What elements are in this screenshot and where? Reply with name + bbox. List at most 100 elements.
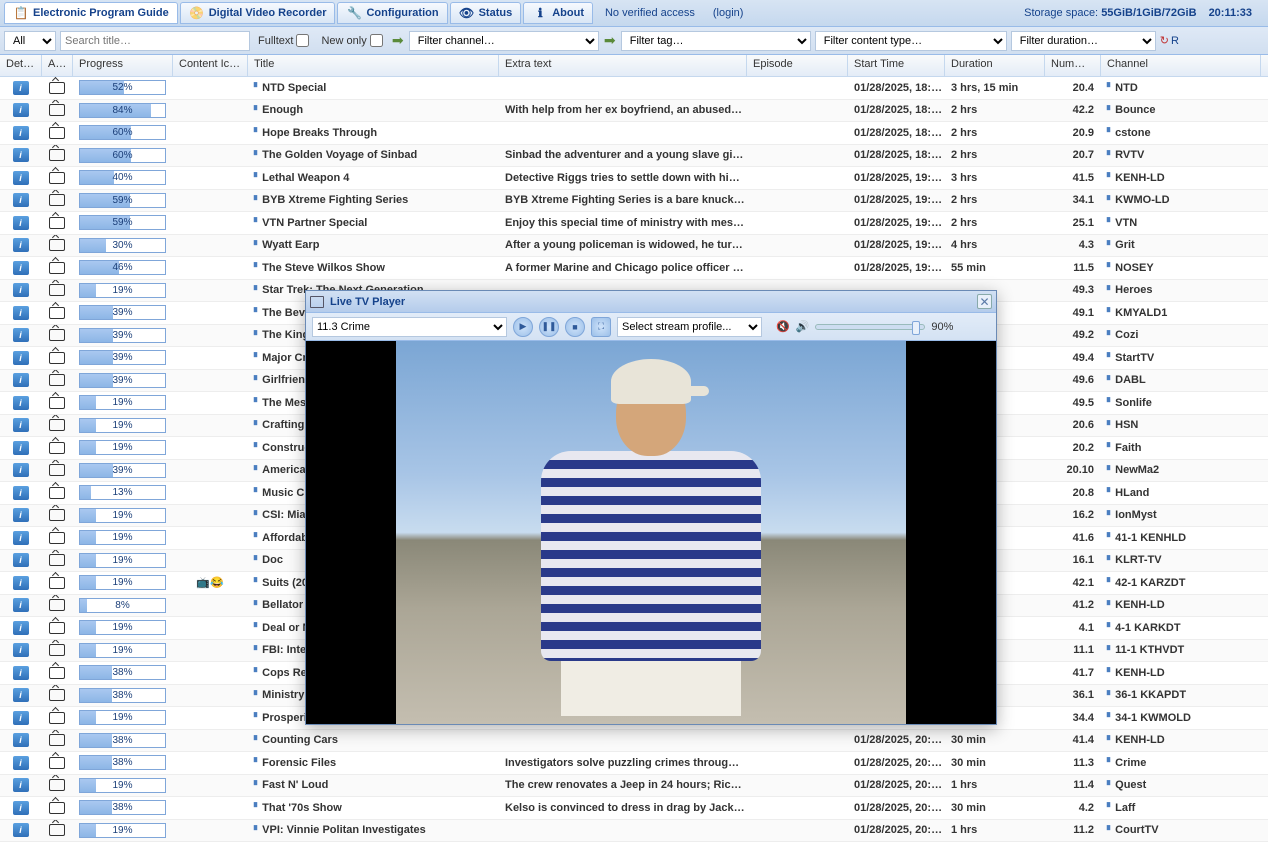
table-row[interactable]: 84% ▘Enough With help from her ex boyfri… bbox=[0, 100, 1268, 123]
info-icon[interactable] bbox=[13, 261, 29, 275]
details-cell[interactable] bbox=[0, 370, 42, 392]
actions-cell[interactable] bbox=[42, 662, 73, 684]
details-cell[interactable] bbox=[0, 235, 42, 257]
col-extra[interactable]: Extra text bbox=[499, 55, 747, 76]
actions-cell[interactable] bbox=[42, 685, 73, 707]
info-icon[interactable] bbox=[13, 418, 29, 432]
table-row[interactable]: 19% ▘Fast N' Loud The crew renovates a J… bbox=[0, 775, 1268, 798]
tv-icon[interactable] bbox=[49, 352, 65, 364]
details-cell[interactable] bbox=[0, 257, 42, 279]
tv-icon[interactable] bbox=[49, 689, 65, 701]
refresh-button[interactable]: ↻ R bbox=[1160, 34, 1179, 47]
play-button[interactable]: ▶ bbox=[513, 317, 533, 337]
tv-icon[interactable] bbox=[49, 127, 65, 139]
info-icon[interactable] bbox=[13, 621, 29, 635]
col-title[interactable]: Title bbox=[248, 55, 499, 76]
player-titlebar[interactable]: Live TV Player ✕ bbox=[306, 291, 996, 313]
details-cell[interactable] bbox=[0, 527, 42, 549]
mute-icon[interactable]: 🔇 bbox=[776, 320, 790, 333]
tv-icon[interactable] bbox=[49, 667, 65, 679]
table-row[interactable]: 38% ▘Counting Cars 01/28/2025, 20:… 30 m… bbox=[0, 730, 1268, 753]
actions-cell[interactable] bbox=[42, 550, 73, 572]
col-progress[interactable]: Progress bbox=[73, 55, 173, 76]
tv-icon[interactable] bbox=[49, 194, 65, 206]
info-icon[interactable] bbox=[13, 306, 29, 320]
details-cell[interactable] bbox=[0, 100, 42, 122]
actions-cell[interactable] bbox=[42, 212, 73, 234]
fullscreen-button[interactable]: ⛶ bbox=[591, 317, 611, 337]
newonly-checkbox[interactable] bbox=[370, 34, 383, 47]
info-icon[interactable] bbox=[13, 486, 29, 500]
actions-cell[interactable] bbox=[42, 302, 73, 324]
table-row[interactable]: 46% ▘The Steve Wilkos Show A former Mari… bbox=[0, 257, 1268, 280]
details-cell[interactable] bbox=[0, 505, 42, 527]
player-channel-select[interactable]: 11.3 Crime bbox=[312, 317, 507, 337]
filter-tag-select[interactable]: Filter tag… bbox=[621, 31, 811, 51]
details-cell[interactable] bbox=[0, 640, 42, 662]
video-area[interactable] bbox=[306, 341, 996, 724]
info-icon[interactable] bbox=[13, 216, 29, 230]
details-cell[interactable] bbox=[0, 392, 42, 414]
table-row[interactable]: 60% ▘Hope Breaks Through 01/28/2025, 18:… bbox=[0, 122, 1268, 145]
actions-cell[interactable] bbox=[42, 482, 73, 504]
info-icon[interactable] bbox=[13, 351, 29, 365]
info-icon[interactable] bbox=[13, 553, 29, 567]
info-icon[interactable] bbox=[13, 756, 29, 770]
details-cell[interactable] bbox=[0, 122, 42, 144]
tv-icon[interactable] bbox=[49, 217, 65, 229]
details-cell[interactable] bbox=[0, 77, 42, 99]
details-cell[interactable] bbox=[0, 145, 42, 167]
filter-all-select[interactable]: All bbox=[4, 31, 56, 51]
tv-icon[interactable] bbox=[49, 172, 65, 184]
actions-cell[interactable] bbox=[42, 527, 73, 549]
actions-cell[interactable] bbox=[42, 820, 73, 842]
actions-cell[interactable] bbox=[42, 347, 73, 369]
info-icon[interactable] bbox=[13, 801, 29, 815]
actions-cell[interactable] bbox=[42, 122, 73, 144]
actions-cell[interactable] bbox=[42, 145, 73, 167]
actions-cell[interactable] bbox=[42, 752, 73, 774]
filter-duration-select[interactable]: Filter duration… bbox=[1011, 31, 1156, 51]
info-icon[interactable] bbox=[13, 328, 29, 342]
tv-icon[interactable] bbox=[49, 577, 65, 589]
table-row[interactable]: 38% ▘Forensic Files Investigators solve … bbox=[0, 752, 1268, 775]
tv-icon[interactable] bbox=[49, 82, 65, 94]
details-cell[interactable] bbox=[0, 280, 42, 302]
tv-icon[interactable] bbox=[49, 802, 65, 814]
speaker-icon[interactable]: 🔊 bbox=[796, 320, 810, 333]
info-icon[interactable] bbox=[13, 711, 29, 725]
tv-icon[interactable] bbox=[49, 757, 65, 769]
details-cell[interactable] bbox=[0, 347, 42, 369]
info-icon[interactable] bbox=[13, 576, 29, 590]
details-cell[interactable] bbox=[0, 662, 42, 684]
tab-about[interactable]: ℹ About bbox=[523, 2, 593, 24]
col-num[interactable]: Num… bbox=[1045, 55, 1101, 76]
info-icon[interactable] bbox=[13, 126, 29, 140]
details-cell[interactable] bbox=[0, 752, 42, 774]
table-row[interactable]: 38% ▘That '70s Show Kelso is convinced t… bbox=[0, 797, 1268, 820]
filter-channel-select[interactable]: Filter channel… bbox=[409, 31, 599, 51]
actions-cell[interactable] bbox=[42, 617, 73, 639]
actions-cell[interactable] bbox=[42, 730, 73, 752]
details-cell[interactable] bbox=[0, 595, 42, 617]
info-icon[interactable] bbox=[13, 666, 29, 680]
details-cell[interactable] bbox=[0, 550, 42, 572]
actions-cell[interactable] bbox=[42, 707, 73, 729]
tv-icon[interactable] bbox=[49, 599, 65, 611]
volume-slider[interactable] bbox=[815, 324, 925, 330]
col-start[interactable]: Start Time bbox=[848, 55, 945, 76]
details-cell[interactable] bbox=[0, 707, 42, 729]
tv-icon[interactable] bbox=[49, 464, 65, 476]
details-cell[interactable] bbox=[0, 167, 42, 189]
actions-cell[interactable] bbox=[42, 190, 73, 212]
info-icon[interactable] bbox=[13, 238, 29, 252]
tv-icon[interactable] bbox=[49, 644, 65, 656]
actions-cell[interactable] bbox=[42, 595, 73, 617]
actions-cell[interactable] bbox=[42, 640, 73, 662]
actions-cell[interactable] bbox=[42, 415, 73, 437]
col-details[interactable]: Details bbox=[0, 55, 42, 76]
details-cell[interactable] bbox=[0, 415, 42, 437]
col-episode[interactable]: Episode bbox=[747, 55, 848, 76]
details-cell[interactable] bbox=[0, 212, 42, 234]
pause-button[interactable]: ❚❚ bbox=[539, 317, 559, 337]
